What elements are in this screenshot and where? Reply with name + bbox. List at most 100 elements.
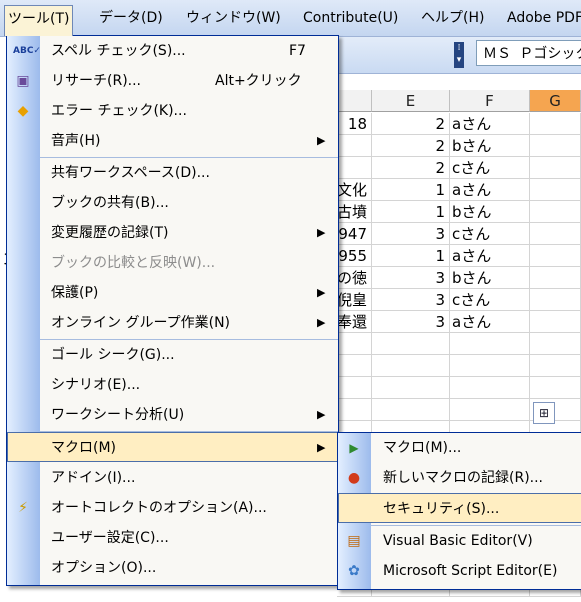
script-editor-icon: ✿ — [348, 563, 360, 579]
cell-f[interactable]: bさん — [450, 267, 530, 289]
menu-item-goal-seek[interactable]: ゴール シーク(G)... — [7, 340, 338, 370]
menu-item-autocorrect-options[interactable]: ⚡ オートコレクトのオプション(A)... — [7, 493, 338, 523]
cell-g[interactable] — [530, 179, 581, 201]
menu-item-speech[interactable]: 音声(H) ▶ — [7, 126, 338, 156]
macro-submenu: ▶ マクロ(M)... ● 新しいマクロの記録(R)... セキュリティ(S).… — [337, 432, 581, 590]
menu-contribute[interactable]: Contribute(U) — [300, 5, 401, 31]
menu-item-add-ins[interactable]: アドイン(I)... — [7, 463, 338, 493]
menu-item-error-check[interactable]: ◆ エラー チェック(K)... — [7, 96, 338, 126]
cell-f[interactable]: aさん — [450, 311, 530, 333]
toolbar-options-icon[interactable]: ⁞ ▾ — [454, 42, 464, 68]
cell-d[interactable]: 古墳 — [337, 201, 372, 223]
cell-g[interactable] — [530, 245, 581, 267]
cell-e[interactable]: 1 — [372, 245, 450, 267]
cell-d[interactable] — [337, 157, 372, 179]
cell-g[interactable] — [530, 223, 581, 245]
cell-f[interactable]: aさん — [450, 113, 530, 135]
menu-data[interactable]: データ(D) — [96, 5, 166, 31]
menu-item-track-changes[interactable]: 変更履歴の記録(T) ▶ — [7, 218, 338, 248]
menu-item-macro[interactable]: マクロ(M) ▶ — [7, 432, 338, 462]
cell-empty[interactable] — [372, 355, 450, 377]
cell-e[interactable]: 1 — [372, 201, 450, 223]
cell-g[interactable] — [530, 289, 581, 311]
menu-item-share-workbook[interactable]: ブックの共有(B)... — [7, 188, 338, 218]
cell-empty[interactable] — [337, 377, 372, 399]
cell-d[interactable] — [337, 135, 372, 157]
menu-item-label: オプション(O)... — [51, 560, 157, 576]
cell-empty[interactable] — [337, 355, 372, 377]
cell-empty[interactable] — [450, 377, 530, 399]
menu-item-label: 新しいマクロの記録(R)... — [383, 470, 544, 486]
cell-empty[interactable] — [530, 377, 581, 399]
paste-options-icon[interactable]: ⊞ — [533, 402, 555, 424]
cell-d[interactable]: の徳 — [337, 267, 372, 289]
menu-item-spell-check[interactable]: ABC✓ スペル チェック(S)... F7 — [7, 36, 338, 66]
cell-d[interactable]: 18 — [337, 113, 372, 135]
cell-g[interactable] — [530, 311, 581, 333]
cell-empty[interactable] — [450, 399, 530, 421]
menu-item-label: ワークシート分析(U) — [51, 407, 185, 423]
menu-item-shared-workspace[interactable]: 共有ワークスペース(D)... — [7, 158, 338, 188]
cell-empty[interactable] — [372, 377, 450, 399]
submenu-arrow-icon: ▶ — [317, 316, 326, 329]
menu-item-scenarios[interactable]: シナリオ(E)... — [7, 370, 338, 400]
cell-d[interactable]: 文化 — [337, 179, 372, 201]
menu-item-customize[interactable]: ユーザー設定(C)... — [7, 523, 338, 553]
submenu-item-security[interactable]: セキュリティ(S)... — [338, 493, 581, 523]
cell-f[interactable]: aさん — [450, 245, 530, 267]
column-header-f[interactable]: F — [450, 90, 530, 112]
column-header-d[interactable] — [337, 90, 372, 112]
cell-d[interactable]: 倪皇 — [337, 289, 372, 311]
cell-empty[interactable] — [337, 333, 372, 355]
menu-item-label: シナリオ(E)... — [51, 377, 141, 393]
cell-empty[interactable] — [372, 399, 450, 421]
cell-d[interactable]: 奉還 — [337, 311, 372, 333]
submenu-item-visual-basic-editor[interactable]: ▤ Visual Basic Editor(V) — [338, 526, 581, 556]
cell-e[interactable]: 1 — [372, 179, 450, 201]
submenu-item-script-editor[interactable]: ✿ Microsoft Script Editor(E) — [338, 556, 581, 586]
column-header-e[interactable]: E — [372, 90, 450, 112]
cell-f[interactable]: cさん — [450, 157, 530, 179]
menu-window[interactable]: ウィンドウ(W) — [183, 5, 284, 31]
menu-item-online-collaboration[interactable]: オンライン グループ作業(N) ▶ — [7, 308, 338, 338]
menu-item-research[interactable]: ▣ リサーチ(R)... Alt+クリック — [7, 66, 338, 96]
cell-g[interactable] — [530, 113, 581, 135]
column-header-g[interactable]: G — [530, 90, 581, 112]
cell-d[interactable]: 947 — [337, 223, 372, 245]
cell-g[interactable] — [530, 135, 581, 157]
cell-e[interactable]: 2 — [372, 157, 450, 179]
cell-f[interactable]: aさん — [450, 179, 530, 201]
cell-empty[interactable] — [337, 399, 372, 421]
submenu-item-record-macro[interactable]: ● 新しいマクロの記録(R)... — [338, 463, 581, 493]
cell-empty[interactable] — [450, 355, 530, 377]
vb-editor-icon: ▤ — [347, 533, 361, 549]
cell-g[interactable] — [530, 157, 581, 179]
cell-f[interactable]: cさん — [450, 289, 530, 311]
cell-e[interactable]: 2 — [372, 135, 450, 157]
cell-e[interactable]: 3 — [372, 223, 450, 245]
menu-item-protection[interactable]: 保護(P) ▶ — [7, 278, 338, 308]
cell-empty[interactable] — [372, 333, 450, 355]
menu-help[interactable]: ヘルプ(H) — [418, 5, 487, 31]
cell-e[interactable]: 3 — [372, 311, 450, 333]
cell-f[interactable]: bさん — [450, 201, 530, 223]
cell-f[interactable]: cさん — [450, 223, 530, 245]
menu-adobe-pdf[interactable]: Adobe PDF — [504, 5, 581, 31]
menu-item-label: マクロ(M) — [51, 440, 117, 456]
submenu-item-macros[interactable]: ▶ マクロ(M)... — [338, 433, 581, 463]
cell-g[interactable] — [530, 201, 581, 223]
cell-f[interactable]: bさん — [450, 135, 530, 157]
font-name-box[interactable]: ＭＳ Ｐゴシック — [476, 40, 581, 66]
cell-e[interactable]: 3 — [372, 267, 450, 289]
submenu-arrow-icon: ▶ — [317, 441, 326, 454]
cell-e[interactable]: 3 — [372, 289, 450, 311]
menu-item-options[interactable]: オプション(O)... — [7, 553, 338, 583]
cell-d[interactable]: 955 — [337, 245, 372, 267]
cell-e[interactable]: 2 — [372, 113, 450, 135]
cell-g[interactable] — [530, 267, 581, 289]
cell-empty[interactable] — [450, 333, 530, 355]
menu-item-formula-auditing[interactable]: ワークシート分析(U) ▶ — [7, 400, 338, 430]
menu-tools[interactable]: ツール(T) — [4, 5, 74, 36]
cell-empty[interactable] — [530, 355, 581, 377]
cell-empty[interactable] — [530, 333, 581, 355]
